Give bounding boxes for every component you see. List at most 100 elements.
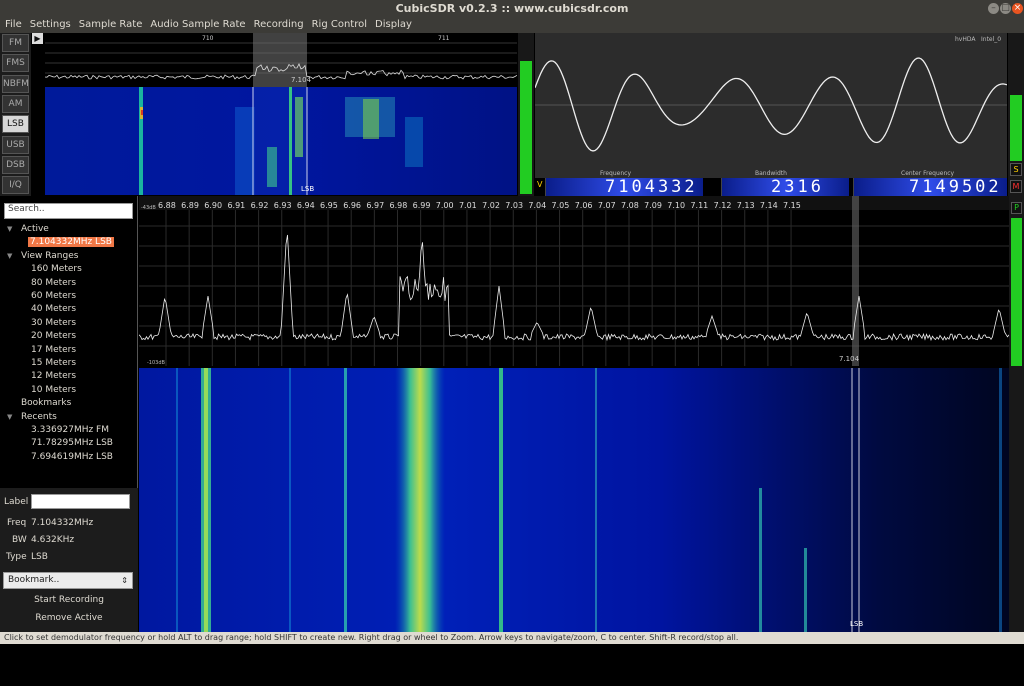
frequency-label: Frequency	[600, 170, 631, 177]
play-icon[interactable]: ▶	[32, 33, 43, 44]
frequency-value[interactable]: 7104332	[605, 178, 698, 196]
spectrum-tick-label: 7.09	[644, 201, 662, 210]
spectrum-tick-label: 6.99	[413, 201, 431, 210]
tree-active-header[interactable]: Active	[21, 224, 49, 234]
tree-recents-header[interactable]: Recents	[21, 412, 57, 422]
gain-meter-fill	[520, 61, 532, 194]
center-frequency-value[interactable]: 7149502	[909, 178, 1002, 196]
zoom-slider-fill[interactable]	[1011, 218, 1022, 366]
window-title: CubicSDR v0.2.3 :: www.cubicsdr.com	[395, 2, 629, 15]
type-value: LSB	[31, 552, 48, 562]
tree-recent-item[interactable]: 7.694619MHz LSB	[31, 452, 113, 462]
tree-range-item[interactable]: 10 Meters	[31, 385, 76, 395]
tree-range-item[interactable]: 40 Meters	[31, 304, 76, 314]
menu-recording[interactable]: Recording	[254, 17, 304, 33]
squelch-button[interactable]: S	[1010, 163, 1022, 176]
mode-button-fms[interactable]: FMS	[2, 54, 29, 73]
maximize-icon[interactable]: □	[1000, 3, 1011, 14]
mini-marker-label: 7.104	[291, 76, 312, 84]
expand-arrow-icon[interactable]: ▼	[7, 413, 12, 421]
spectrum-tick-label: 7.06	[575, 201, 593, 210]
tree-range-item[interactable]: 15 Meters	[31, 358, 76, 368]
tree-range-item[interactable]: 12 Meters	[31, 371, 76, 381]
spectrum-tick-label: 7.04	[528, 201, 546, 210]
tree-active-header-label: Active	[21, 224, 49, 234]
tree-range-item-label: 30 Meters	[31, 317, 77, 328]
peak-hold-strip: P	[1009, 196, 1024, 632]
spectrum-tick-label: 6.90	[204, 201, 222, 210]
tree-range-item-label: 160 Meters	[31, 264, 82, 275]
main-spectrum[interactable]: 6.88 6.89 6.90 6.91 6.92 6.93 6.94 6.95 6.96 6.97…	[139, 196, 1009, 366]
menu-sample-rate[interactable]: Sample Rate	[79, 17, 143, 33]
mode-button-am[interactable]: AM	[2, 94, 29, 113]
mini-spectrum[interactable]: 710 711 7.104	[45, 33, 517, 87]
remove-active-button[interactable]: Remove Active	[0, 610, 138, 626]
mini-waterfall[interactable]: LSB	[45, 87, 517, 195]
tree-range-item[interactable]: 30 Meters	[31, 318, 76, 328]
search-input[interactable]: Search..	[4, 203, 133, 219]
tree-recent-item[interactable]: 71.78295MHz LSB	[31, 438, 113, 448]
menu-rig-control[interactable]: Rig Control	[312, 17, 367, 33]
peak-hold-button[interactable]: P	[1011, 202, 1022, 214]
main-spectrum-trace	[139, 234, 1009, 342]
menu-audio-sample-rate[interactable]: Audio Sample Rate	[150, 17, 245, 33]
minimize-icon[interactable]: –	[988, 3, 999, 14]
mode-button-nbfm[interactable]: NBFM	[2, 74, 29, 93]
freq-label: Freq	[7, 518, 27, 528]
spectrum-tick-label: 7.10	[667, 201, 685, 210]
mute-button[interactable]: M	[1010, 180, 1022, 193]
tree-range-item[interactable]: 60 Meters	[31, 291, 76, 301]
tree-range-item[interactable]: 17 Meters	[31, 345, 76, 355]
mode-button-lsb[interactable]: LSB	[2, 115, 29, 134]
freq-value: 7.104332MHz	[31, 518, 94, 528]
bookmark-select[interactable]: Bookmark.. ⇕	[3, 572, 133, 589]
expand-arrow-icon[interactable]: ▼	[7, 225, 12, 233]
volume-meter-fill	[1010, 95, 1022, 161]
volume-meter[interactable]: S M	[1008, 33, 1024, 196]
label-input[interactable]	[31, 494, 130, 509]
frequency-readouts: 7104332 2316 7149502	[535, 178, 1007, 196]
spectrum-tick-label: 6.89	[181, 201, 199, 210]
spectrum-tick-label: 6.98	[390, 201, 408, 210]
spectrum-tick-label: 7.13	[737, 201, 755, 210]
close-icon[interactable]: ×	[1012, 3, 1023, 14]
spectrum-tick-label: 7.00	[436, 201, 454, 210]
mini-tick-710: 710	[202, 35, 214, 42]
tree-range-item-label: 17 Meters	[31, 344, 77, 355]
mode-button-iq[interactable]: I/Q	[2, 176, 29, 195]
tree-bookmarks-header-label: Bookmarks	[21, 398, 72, 409]
tree-range-item[interactable]: 20 Meters	[31, 331, 76, 341]
spectrum-tick-label: 6.97	[366, 201, 384, 210]
mode-button-usb[interactable]: USB	[2, 135, 29, 154]
label-label: Label	[4, 497, 29, 507]
tree-active-item[interactable]: 7.104332MHz LSB	[28, 237, 114, 248]
spectrum-tick-label: 7.07	[598, 201, 616, 210]
menu-settings[interactable]: Settings	[30, 17, 71, 33]
title-bar: CubicSDR v0.2.3 :: www.cubicsdr.com – □ …	[0, 0, 1024, 17]
bottom-db-label: -103dB	[147, 360, 166, 366]
spectrum-tick-label: 6.88	[158, 201, 176, 210]
mode-selector: FM FMS NBFM AM LSB USB DSB I/Q	[0, 33, 31, 196]
tree-bookmarks-header[interactable]: Bookmarks	[21, 398, 71, 408]
tree-range-item[interactable]: 80 Meters	[31, 278, 76, 288]
bandwidth-value[interactable]: 2316	[771, 178, 824, 196]
tree-range-item-label: 40 Meters	[31, 304, 77, 315]
main-mode-label: LSB	[850, 620, 863, 628]
gain-meter[interactable]	[518, 33, 534, 196]
start-recording-button[interactable]: Start Recording	[0, 592, 138, 608]
demod-marker-band	[852, 196, 859, 366]
tree-range-item-label: 10 Meters	[31, 384, 77, 395]
tree-active-item-label: 7.104332MHz LSB	[28, 237, 114, 248]
tree-view-ranges-header[interactable]: View Ranges	[21, 251, 78, 261]
mode-button-dsb[interactable]: DSB	[2, 155, 29, 174]
expand-arrow-icon[interactable]: ▼	[7, 252, 12, 260]
mode-button-fm[interactable]: FM	[2, 34, 29, 52]
menu-file[interactable]: File	[5, 17, 22, 33]
spectrum-tick-label: 7.03	[505, 201, 523, 210]
tree-recent-item[interactable]: 3.336927MHz FM	[31, 425, 109, 435]
menu-display[interactable]: Display	[375, 17, 412, 33]
tree-recent-item-label: 3.336927MHz FM	[31, 425, 110, 435]
tree-range-item[interactable]: 160 Meters	[31, 264, 82, 274]
main-waterfall[interactable]: LSB	[139, 368, 1009, 632]
top-db-label: -43dB	[141, 205, 156, 211]
